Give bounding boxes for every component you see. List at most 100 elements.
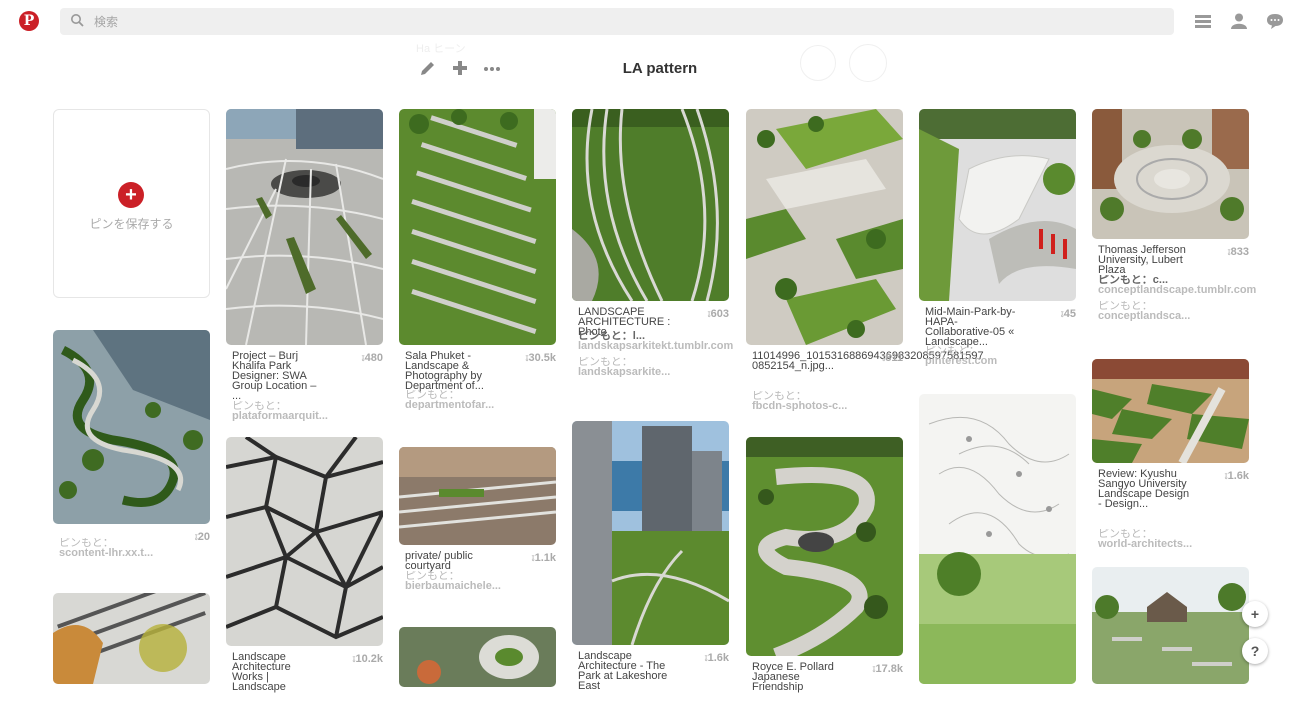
- pin-via[interactable]: ピンもと：l... landskapsarkitekt.tumblr.com: [578, 331, 738, 351]
- pin-source[interactable]: ピンもと： scontent-lhr.xx.t...: [59, 538, 209, 558]
- pin-meta: Landscape Architecture Works | Landscape…: [226, 646, 383, 706]
- pin-card[interactable]: LANDSCAPE ARCHITECTURE : Photo 603 ピンもと：…: [572, 109, 733, 411]
- pin-image[interactable]: [572, 109, 729, 301]
- repin-count: 480: [362, 352, 383, 364]
- pin-source-domain[interactable]: departmentofar...: [405, 399, 494, 411]
- repin-count: 17.8k: [872, 663, 903, 675]
- pin-meta: Royce E. Pollard Japanese Friendship 17.…: [746, 656, 903, 716]
- menu-icon[interactable]: [1194, 12, 1212, 30]
- pin-meta: 11014996_10153168869436983208597581597 0…: [746, 345, 984, 425]
- pin-source-domain[interactable]: world-architects...: [1098, 538, 1192, 550]
- add-pin-icon[interactable]: +: [118, 182, 144, 208]
- pin-image[interactable]: [746, 437, 903, 656]
- pin-source-domain[interactable]: landskapsarkite...: [578, 366, 670, 378]
- search-bar[interactable]: [60, 8, 1174, 35]
- pin-card[interactable]: Landscape Architecture - The Park at Lak…: [572, 421, 729, 705]
- pin-image[interactable]: [919, 109, 1076, 301]
- pin-meta: private/ public courtyard 1.1k ピンもと：bier…: [399, 545, 556, 625]
- collaborator-add-faint-icon: [800, 45, 836, 81]
- pin-image[interactable]: [1092, 567, 1249, 684]
- pin-source-domain[interactable]: plataformaarquit...: [232, 410, 328, 422]
- pin-image[interactable]: [1092, 359, 1249, 463]
- pin-source[interactable]: ピンもと： bierbaumaichele...: [405, 571, 555, 591]
- messages-icon[interactable]: [1266, 12, 1284, 30]
- repin-count: 30.5k: [525, 352, 556, 364]
- pin-card[interactable]: private/ public courtyard 1.1k ピンもと：bier…: [399, 447, 556, 625]
- pin-description: Royce E. Pollard Japanese Friendship: [752, 661, 834, 693]
- pin-description: Mid-Main-Park-by-HAPA-Collaborative-05 «…: [925, 306, 1016, 348]
- pin-meta: LANDSCAPE ARCHITECTURE : Photo 603 ピンもと：…: [572, 301, 733, 411]
- pin-source[interactable]: ピンもと： departmentofar...: [405, 390, 555, 410]
- pinterest-logo-icon[interactable]: P: [19, 11, 39, 31]
- pin-meta: Project – Burj Khalifa Park Designer: SW…: [226, 345, 383, 425]
- pin-card[interactable]: Thomas Jefferson University, Lubert Plaz…: [1092, 109, 1256, 349]
- pin-card[interactable]: Landscape Architecture Works | Landscape…: [226, 437, 383, 706]
- save-pin-card[interactable]: + ピンを保存する: [53, 109, 210, 298]
- repin-count: 811: [882, 352, 903, 364]
- repin-count: 10.2k: [352, 653, 383, 665]
- repin-count: 1.1k: [532, 552, 556, 564]
- pin-source[interactable]: ピンもと： fbcdn-sphotos-c...: [752, 391, 902, 411]
- pin-description: Thomas Jefferson University, Lubert Plaz…: [1098, 244, 1186, 276]
- repin-count: 603: [708, 308, 729, 320]
- pin-meta: Landscape Architecture - The Park at Lak…: [572, 645, 729, 705]
- pin-image[interactable]: [746, 109, 903, 345]
- pin-image[interactable]: [399, 109, 556, 345]
- repin-count: 45: [1061, 308, 1076, 320]
- pin-source[interactable]: ピンもと： landskapsarkite...: [578, 357, 728, 377]
- pin-card[interactable]: [53, 593, 210, 684]
- pin-card[interactable]: Royce E. Pollard Japanese Friendship 17.…: [746, 437, 903, 716]
- pin-source[interactable]: ピンもと： pinterest.com: [925, 346, 1075, 366]
- pin-card[interactable]: [399, 627, 556, 687]
- pin-via-domain[interactable]: landskapsarkitekt.tumblr.com: [578, 340, 733, 352]
- profile-icon[interactable]: [1230, 12, 1248, 30]
- pin-meta: Thomas Jefferson University, Lubert Plaz…: [1092, 239, 1256, 349]
- pin-image[interactable]: [572, 421, 729, 645]
- top-bar: P: [0, 0, 1300, 42]
- pin-image[interactable]: [226, 437, 383, 646]
- pin-source[interactable]: ピンもと： plataformaarquit...: [232, 401, 382, 421]
- pin-image[interactable]: [399, 627, 556, 687]
- pin-description: Landscape Architecture Works | Landscape: [232, 651, 291, 693]
- pin-meta: Sala Phuket - Landscape & Photography by…: [399, 345, 556, 425]
- repin-count: 1.6k: [705, 652, 729, 664]
- repin-count: 1.6k: [1225, 470, 1249, 482]
- pin-via[interactable]: ピンもと：c... conceptlandscape.tumblr.com: [1098, 275, 1274, 295]
- pin-image[interactable]: [399, 447, 556, 545]
- help-button[interactable]: ?: [1242, 638, 1268, 664]
- pin-card[interactable]: [1092, 567, 1249, 684]
- search-input[interactable]: [94, 8, 1154, 35]
- more-icon[interactable]: [482, 58, 502, 78]
- edit-icon[interactable]: [418, 58, 438, 78]
- floating-add-button[interactable]: +: [1242, 601, 1268, 627]
- pin-description: Landscape Architecture - The Park at Lak…: [578, 650, 668, 692]
- pin-image[interactable]: [53, 593, 210, 684]
- pin-image[interactable]: [226, 109, 383, 345]
- board-owner-faint: Ha ヒーン: [416, 43, 466, 55]
- pin-source-domain[interactable]: fbcdn-sphotos-c...: [752, 400, 847, 412]
- pin-source-domain[interactable]: pinterest.com: [925, 355, 997, 367]
- pin-source[interactable]: ピンもと： world-architects...: [1098, 529, 1248, 549]
- pin-card[interactable]: Project – Burj Khalifa Park Designer: SW…: [226, 109, 383, 425]
- search-icon: [71, 14, 84, 27]
- pin-source[interactable]: ピンもと： conceptlandsca...: [1098, 301, 1248, 321]
- pin-card[interactable]: [919, 394, 1076, 684]
- pin-description: private/ public courtyard: [405, 550, 473, 572]
- pin-source-domain[interactable]: bierbaumaichele...: [405, 580, 501, 592]
- pin-card[interactable]: Review: Kyushu Sangyo University Landsca…: [1092, 359, 1249, 553]
- pin-meta: Mid-Main-Park-by-HAPA-Collaborative-05 «…: [919, 301, 1076, 381]
- pin-image[interactable]: [53, 330, 210, 524]
- pin-source-domain[interactable]: scontent-lhr.xx.t...: [59, 547, 153, 559]
- add-icon[interactable]: [450, 58, 470, 78]
- pin-meta: 20 ピンもと：scontent-lhr.xx.t...: [53, 524, 210, 584]
- pin-card[interactable]: 20 ピンもと：scontent-lhr.xx.t...: [53, 330, 210, 584]
- pin-image[interactable]: [919, 394, 1076, 684]
- owner-avatar[interactable]: [849, 44, 887, 82]
- pin-via-domain[interactable]: conceptlandscape.tumblr.com: [1098, 284, 1256, 296]
- pin-card[interactable]: 11014996_10153168869436983208597581597 0…: [746, 109, 984, 425]
- pin-source-domain[interactable]: conceptlandsca...: [1098, 310, 1190, 322]
- pin-image[interactable]: [1092, 109, 1249, 239]
- pin-card[interactable]: Mid-Main-Park-by-HAPA-Collaborative-05 «…: [919, 109, 1076, 381]
- pin-card[interactable]: Sala Phuket - Landscape & Photography by…: [399, 109, 556, 425]
- pin-description: Sala Phuket - Landscape & Photography by…: [405, 350, 484, 392]
